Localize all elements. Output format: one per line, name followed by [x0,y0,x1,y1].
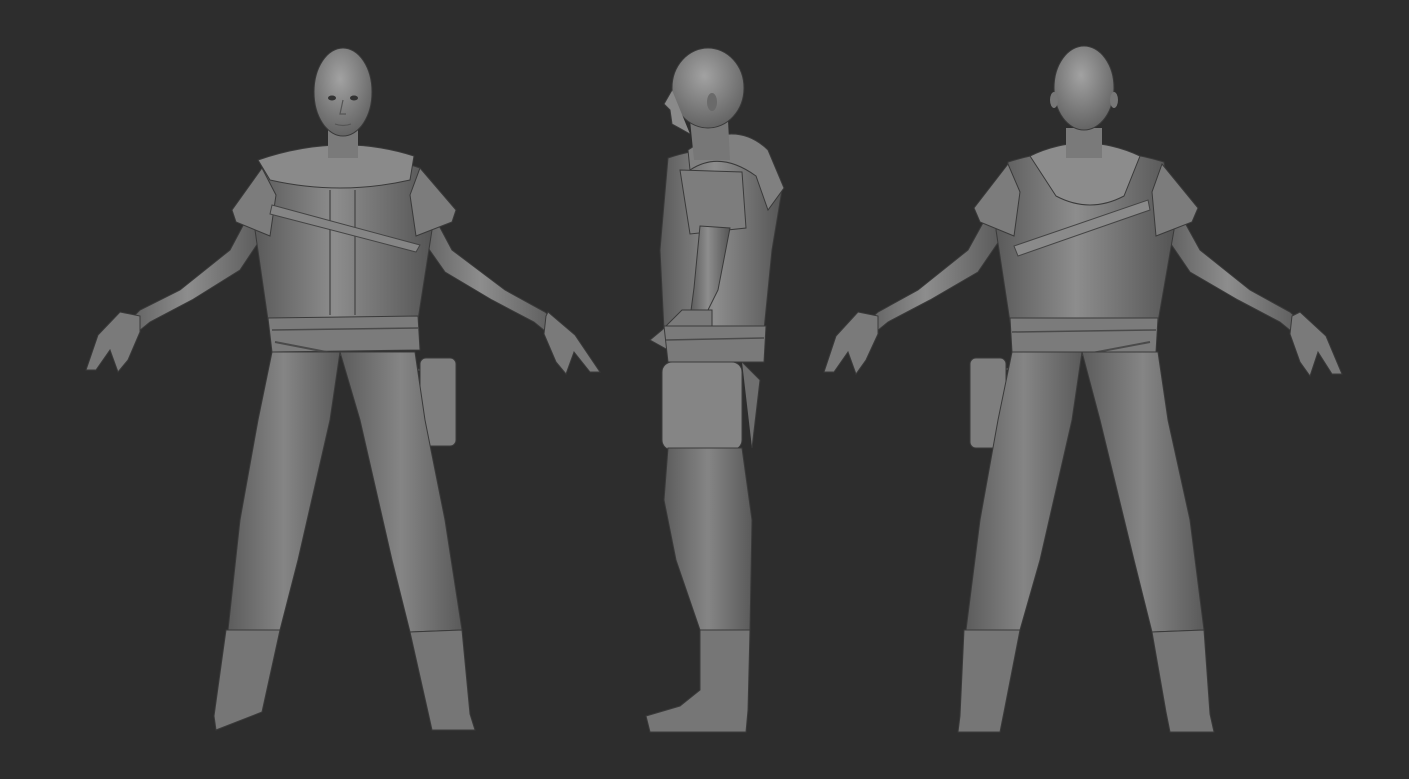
front-right-hand [543,311,601,375]
front-view [85,47,601,731]
side-view [645,47,785,733]
front-right-boot [409,629,476,731]
back-belt [1009,317,1159,353]
back-view [823,45,1343,733]
back-right-leg [1081,351,1205,633]
front-head [313,47,373,137]
turnaround-canvas [85,45,1343,733]
side-belt [663,325,767,363]
side-pouch [661,361,743,451]
side-sleeve [679,169,747,235]
front-left-hand [85,311,141,373]
back-left-sleeve [973,163,1021,237]
side-head [671,47,745,129]
sculpt-viewport[interactable] [0,0,1409,779]
side-boot [645,629,751,733]
side-leg [663,447,753,631]
back-left-boot [957,629,1021,733]
back-right-sleeve [1151,162,1199,237]
front-right-sleeve [409,167,457,237]
back-neck [1066,128,1102,158]
front-belt [267,315,421,353]
back-head [1053,45,1115,131]
front-left-boot [213,629,281,731]
back-left-hand [823,311,879,376]
back-right-boot [1151,629,1215,733]
front-left-leg [227,351,341,631]
back-right-hand [1289,311,1343,378]
